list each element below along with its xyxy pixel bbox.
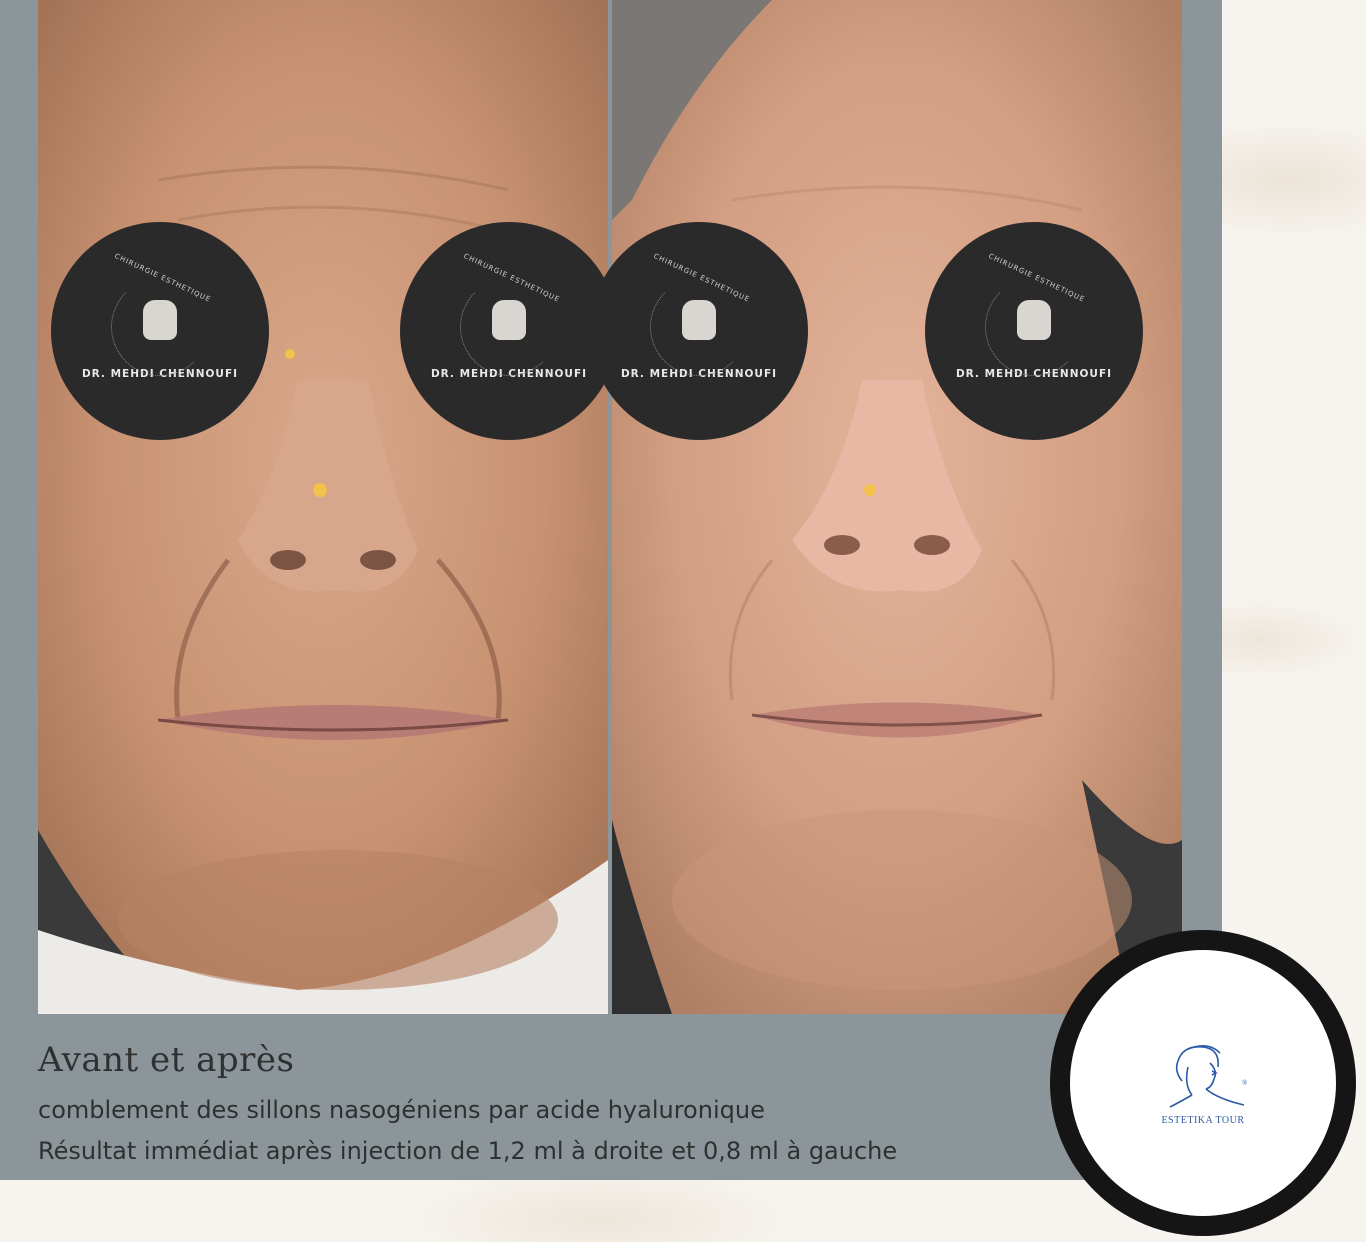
before-photo — [38, 0, 608, 1014]
logo-label: ESTETIKA TOUR — [1161, 1114, 1245, 1126]
bust-icon — [492, 300, 526, 340]
bust-icon — [1017, 300, 1051, 340]
photo-frame: CHIRURGIE ESTHETIQUE DR. MEHDI CHENNOUFI… — [0, 0, 1222, 1180]
caption-result: Résultat immédiat après injection de 1,2… — [38, 1137, 898, 1165]
watermark-badge: CHIRURGIE ESTHETIQUE DR. MEHDI CHENNOUFI — [925, 222, 1143, 440]
statue-head-icon: ® — [1169, 1044, 1248, 1108]
caption-title: Avant et après — [38, 1040, 295, 1080]
bust-icon — [143, 300, 177, 340]
bust-icon — [682, 300, 716, 340]
watermark-badge: CHIRURGIE ESTHETIQUE DR. MEHDI CHENNOUFI — [590, 222, 808, 440]
watermark-badge: CHIRURGIE ESTHETIQUE DR. MEHDI CHENNOUFI — [51, 222, 269, 440]
estetika-tour-logo: ® ESTETIKA TOUR — [1050, 930, 1356, 1236]
after-photo — [612, 0, 1182, 1014]
caption-description: comblement des sillons nasogéniens par a… — [38, 1096, 765, 1124]
svg-text:®: ® — [1242, 1079, 1248, 1087]
watermark-badge: CHIRURGIE ESTHETIQUE DR. MEHDI CHENNOUFI — [400, 222, 618, 440]
